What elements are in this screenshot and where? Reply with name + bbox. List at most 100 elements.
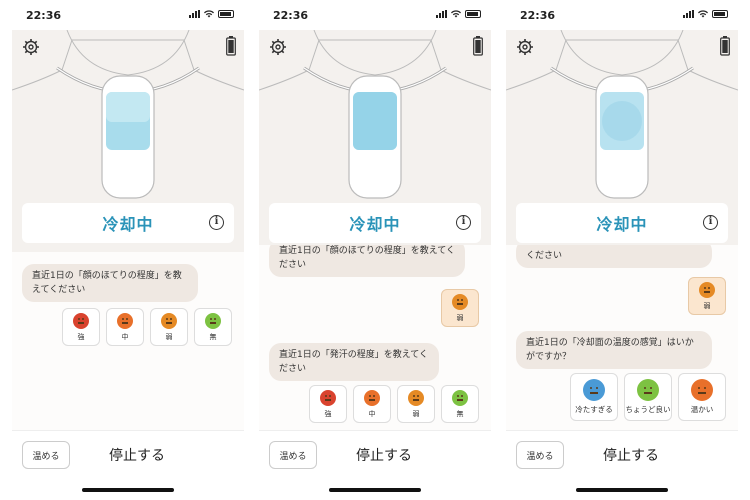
option-medium[interactable]: 中 [353,385,391,423]
wifi-icon [698,10,708,18]
info-icon[interactable]: i [209,215,224,230]
home-indicator[interactable] [576,488,668,492]
question-bubble: 直近1日の「顔のほてりの程度」を教えてください [22,264,198,302]
phone-screen-2: 22:36 冷却中 i 直近1日の「顔のほてりの程度」を教えてください 弱 直近… [259,0,491,500]
face-weak-icon [408,389,424,406]
face-too-cold-icon [583,379,605,401]
question-bubble: 直近1日の「発汗の程度」を教えてください [269,343,439,381]
question-bubble: 直近1日の「顔のほてりの程度」を教えてください [269,245,465,277]
answer-options: 冷たすぎる ちょうど良い 温かい [570,373,726,421]
bottom-bar: 温める 停止する [506,430,738,500]
status-card: 冷却中 i [516,203,728,243]
face-medium-icon [364,389,380,406]
settings-gear-icon[interactable] [22,38,40,56]
option-warm[interactable]: 温かい [678,373,726,421]
wifi-icon [204,10,214,18]
signal-icon [436,10,447,18]
phone-screen-1: 22:36 冷却中 i 直近1日の「顔のほてりの程度」を教えてください 強 中 … [12,0,244,500]
answer-options: 強 中 弱 無 [309,385,479,423]
bottom-bar: 温める 停止する [12,430,244,500]
stop-button[interactable]: 停止する [586,443,676,467]
option-label: 温かい [690,405,714,414]
bottom-bar: 温める 停止する [259,430,491,500]
stop-button[interactable]: 停止する [92,443,182,467]
option-label: ちょうど良い [625,405,671,414]
question-bubble: 直近1日の「冷却面の温度の感覚」はいかがですか？ [516,331,712,369]
status-bar: 22:36 [259,0,491,30]
stop-button[interactable]: 停止する [339,443,429,467]
option-label: 弱 [412,409,420,418]
status-card: 冷却中 i [22,203,234,243]
status-icons [436,10,481,18]
device-battery-icon [473,36,483,56]
answer-options: 強 中 弱 無 [62,308,232,346]
wifi-icon [451,10,461,18]
status-title: 冷却中 [596,215,648,234]
option-label: 弱 [165,332,173,341]
option-label: 中 [121,332,129,341]
face-none-icon [205,312,221,329]
option-label: 強 [324,409,332,418]
status-title: 冷却中 [102,215,154,234]
status-icons [189,10,234,18]
option-strong[interactable]: 強 [62,308,100,346]
face-weak-icon [161,312,177,329]
option-none[interactable]: 無 [441,385,479,423]
answer-label: 弱 [703,301,711,310]
question-bubble: ください [516,245,712,268]
status-icons [683,10,728,18]
option-label: 冷たすぎる [575,405,613,414]
face-medium-icon [117,312,133,329]
device-illustration-area: 冷却中 i [12,30,244,252]
home-indicator[interactable] [82,488,174,492]
face-warm-icon [691,379,713,401]
option-strong[interactable]: 強 [309,385,347,423]
chat-area: 直近1日の「顔のほてりの程度」を教えてください 弱 直近1日の「発汗の程度」を教… [259,245,491,430]
device-battery-icon [226,36,236,56]
option-none[interactable]: 無 [194,308,232,346]
home-indicator[interactable] [329,488,421,492]
warm-button[interactable]: 温める [22,441,70,469]
signal-icon [683,10,694,18]
info-icon[interactable]: i [456,215,471,230]
neck-device-illustration [259,30,491,199]
option-label: 無 [456,409,464,418]
settings-gear-icon[interactable] [516,38,534,56]
option-medium[interactable]: 中 [106,308,144,346]
status-card: 冷却中 i [269,203,481,243]
selected-answer: 弱 [441,289,479,327]
screenshots-row: 22:36 冷却中 i 直近1日の「顔のほてりの程度」を教えてください 強 中 … [0,0,750,500]
settings-gear-icon[interactable] [269,38,287,56]
face-weak-icon [452,293,468,310]
answer-label: 弱 [456,313,464,322]
info-icon[interactable]: i [703,215,718,230]
face-strong-icon [320,389,336,406]
battery-status-icon [218,10,234,18]
option-just-right[interactable]: ちょうど良い [624,373,672,421]
warm-button[interactable]: 温める [269,441,317,469]
option-too-cold[interactable]: 冷たすぎる [570,373,618,421]
neck-device-illustration [12,30,244,199]
status-time: 22:36 [273,9,309,22]
option-weak[interactable]: 弱 [150,308,188,346]
status-bar: 22:36 [12,0,244,30]
status-time: 22:36 [26,9,62,22]
selected-answer: 弱 [688,277,726,315]
option-label: 中 [368,409,376,418]
battery-status-icon [465,10,481,18]
device-illustration-area: 冷却中 i [506,30,738,252]
face-strong-icon [73,312,89,329]
warm-button[interactable]: 温める [516,441,564,469]
device-battery-icon [720,36,730,56]
battery-status-icon [712,10,728,18]
option-label: 無 [209,332,217,341]
status-title: 冷却中 [349,215,401,234]
option-weak[interactable]: 弱 [397,385,435,423]
status-time: 22:36 [520,9,556,22]
face-just-right-icon [637,379,659,401]
status-bar: 22:36 [506,0,738,30]
option-label: 強 [77,332,85,341]
face-weak-icon [699,281,715,298]
face-none-icon [452,389,468,406]
chat-area: ください 弱 直近1日の「冷却面の温度の感覚」はいかがですか？ 冷たすぎる ちょ… [506,245,738,430]
